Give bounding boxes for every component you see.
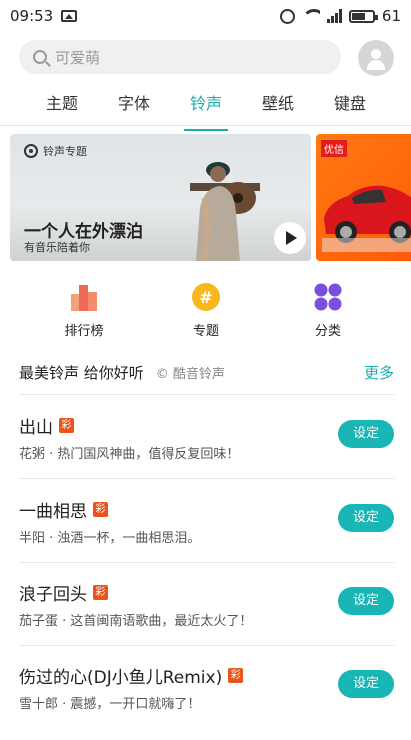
red-car-illustration — [322, 185, 411, 252]
tab-keyboard[interactable]: 键盘 — [314, 88, 386, 125]
divider — [19, 478, 394, 479]
ringtone-row[interactable]: 伤过的心(DJ小鱼儿Remix) 彩 雪十郎 · 震撼，一开口就嗨了！ 设定 — [19, 663, 394, 723]
ringtone-name: 一曲相思 — [19, 502, 87, 522]
divider — [19, 562, 394, 563]
svg-text:#: # — [199, 288, 212, 307]
ringtone-desc: 茄子蛋 · 这首闽南语歌曲，最近太火了！ — [19, 614, 253, 629]
alarm-icon — [279, 8, 295, 24]
banner-tag: 铃声专题 — [24, 143, 87, 159]
play-button[interactable] — [274, 222, 306, 254]
ringtone-name: 出山 — [19, 418, 53, 438]
color-ring-badge: 彩 — [93, 585, 108, 600]
ringtone-row[interactable]: 出山 彩 花粥 · 热门国风神曲，值得反复回味！ 设定 — [19, 413, 394, 473]
ranking-icon — [69, 282, 99, 312]
avatar[interactable] — [358, 40, 394, 76]
tab-ringtone[interactable]: 铃声 — [170, 88, 242, 131]
status-bar: 09:53 61 — [0, 0, 411, 32]
quick-ranking[interactable]: 排行榜 — [44, 282, 124, 339]
tab-font[interactable]: 字体 — [98, 88, 170, 125]
quick-entries: 排行榜 # 专题 分类 — [0, 282, 411, 342]
topic-hash-icon: # — [191, 282, 221, 312]
ringtone-name-wrap: 一曲相思 彩 — [19, 497, 108, 522]
ringtone-row[interactable]: 一曲相思 彩 半阳 · 浊酒一杯，一曲相思泪。 设定 — [19, 497, 394, 557]
section-credit: © 酷音铃声 — [155, 366, 225, 382]
battery-icon — [348, 9, 378, 23]
search-bar[interactable]: 可爱萌 — [19, 40, 341, 74]
quick-ranking-label: 排行榜 — [64, 324, 104, 339]
tab-wallpaper[interactable]: 壁纸 — [242, 88, 314, 125]
user-head — [371, 49, 381, 59]
ringtone-name: 浪子回头 — [19, 585, 87, 605]
banner-car-ad[interactable]: 优信 — [316, 134, 411, 261]
guitar-girl-illustration — [190, 162, 260, 261]
battery-level: 61 — [381, 7, 401, 25]
clock: 09:53 — [10, 7, 54, 25]
quick-topic-label: 专题 — [192, 324, 219, 339]
section-title: 最美铃声 给你好听 — [19, 363, 144, 382]
set-button[interactable]: 设定 — [338, 587, 394, 615]
ringtone-name-wrap: 浪子回头 彩 — [19, 580, 108, 605]
search-placeholder: 可爱萌 — [55, 48, 101, 67]
set-button[interactable]: 设定 — [338, 420, 394, 448]
color-ring-badge: 彩 — [228, 668, 244, 683]
banner-ringtone-topic[interactable]: 铃声专题 一个人在外漂泊 有音乐陪着你 — [10, 134, 311, 261]
banner-tag-text: 铃声专题 — [43, 145, 87, 158]
quick-category-label: 分类 — [314, 324, 341, 339]
signal-icon — [326, 9, 342, 23]
banner-subtitle: 有音乐陪着你 — [24, 241, 90, 254]
set-button[interactable]: 设定 — [338, 504, 394, 532]
ringtone-desc: 花粥 · 热门国风神曲，值得反复回味！ — [19, 447, 240, 462]
search-icon — [33, 50, 47, 64]
divider — [19, 394, 394, 395]
ringtone-desc: 半阳 · 浊酒一杯，一曲相思泪。 — [19, 531, 201, 546]
image-notification-icon — [61, 10, 78, 22]
user-body — [367, 60, 385, 70]
color-ring-badge: 彩 — [59, 418, 74, 433]
music-disc-icon — [24, 144, 38, 158]
ringtone-name: 伤过的心(DJ小鱼儿Remix) — [19, 668, 223, 688]
quick-topic[interactable]: # 专题 — [166, 282, 246, 339]
category-icon — [313, 282, 343, 312]
section-header: 最美铃声 给你好听 © 酷音铃声 更多 — [19, 360, 394, 384]
category-tabs: 主题 字体 铃声 壁纸 键盘 — [0, 88, 411, 131]
more-link[interactable]: 更多 — [364, 362, 394, 383]
ringtone-row[interactable]: 浪子回头 彩 茄子蛋 · 这首闽南语歌曲，最近太火了！ 设定 — [19, 580, 394, 640]
color-ring-badge: 彩 — [93, 502, 108, 517]
ringtone-name-wrap: 出山 彩 — [19, 413, 74, 438]
wifi-icon — [301, 9, 320, 23]
tab-theme[interactable]: 主题 — [26, 88, 98, 125]
ringtone-name-wrap: 伤过的心(DJ小鱼儿Remix) 彩 — [19, 663, 244, 688]
ad-logo: 优信 — [321, 140, 347, 157]
ringtone-desc: 雪十郎 · 震撼，一开口就嗨了！ — [19, 697, 201, 712]
divider — [19, 645, 394, 646]
quick-category[interactable]: 分类 — [288, 282, 368, 339]
set-button[interactable]: 设定 — [338, 670, 394, 698]
